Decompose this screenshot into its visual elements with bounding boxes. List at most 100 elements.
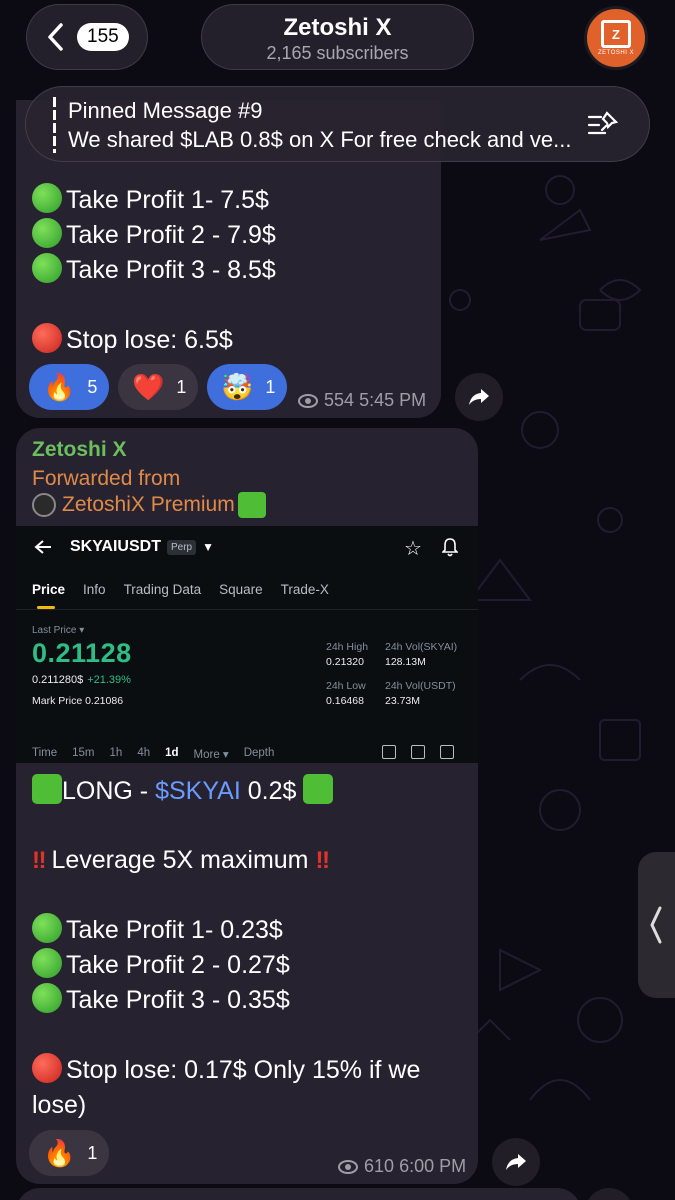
- ticker-link[interactable]: $SKYAI: [155, 777, 241, 805]
- pinned-indicator: [53, 97, 56, 153]
- pinned-title: Pinned Message #9: [68, 98, 263, 123]
- message-meta: 610 6:00 PM: [338, 1156, 466, 1177]
- interval-1h: 1h: [109, 747, 123, 759]
- mind-blown-icon: 🤯: [221, 371, 254, 402]
- double-exclamation-icon: ‼: [315, 847, 329, 874]
- eye-icon: [338, 1159, 358, 1174]
- interval-depth: Depth: [243, 747, 275, 759]
- green-circle-icon: [32, 183, 62, 213]
- tab-trade-x: Trade-X: [280, 582, 329, 597]
- channel-title-pill[interactable]: Zetoshi X 2,165 subscribers: [201, 4, 474, 70]
- message-line: lose): [32, 1091, 87, 1119]
- zetoshi-logo-icon: Z: [601, 20, 631, 48]
- chevron-left-icon: [48, 23, 63, 51]
- reaction-count: 5: [87, 376, 98, 397]
- unread-count-badge: 155: [77, 23, 129, 51]
- long-signal-line: LONG - $SKYAI 0.2$: [32, 774, 334, 809]
- forwarded-channel-name: ZetoshiX Premium: [62, 493, 235, 516]
- share-arrow-icon: [469, 389, 489, 405]
- price-sub: 0.211280$ +21.39%: [32, 674, 131, 686]
- back-button[interactable]: 155: [26, 4, 148, 70]
- chevron-left-icon: [650, 906, 662, 944]
- message-line: Take Profit 2 - 0.27$: [32, 948, 290, 983]
- heart-icon: ❤️: [132, 371, 165, 402]
- pinned-message-bar[interactable]: Pinned Message #9 We shared $LAB 0.8$ on…: [25, 86, 650, 162]
- interval-bar: Time 15m 1h 4h 1d More ▾ Depth: [32, 747, 274, 761]
- reaction-fire[interactable]: 🔥 5: [29, 364, 109, 410]
- expand-icon: [382, 745, 396, 759]
- avatar-label: ZETOSHI X: [597, 50, 635, 56]
- pinned-text: We shared $LAB 0.8$ on X For free check …: [68, 127, 572, 152]
- star-icon: ☆: [404, 538, 422, 560]
- sender-name[interactable]: Zetoshi X: [32, 438, 127, 462]
- fire-icon: 🔥: [43, 371, 76, 402]
- message-time: 5:45 PM: [359, 390, 427, 410]
- forwarded-source[interactable]: ZetoshiX Premium: [32, 492, 266, 518]
- message-line: Take Profit 1- 0.23$: [32, 913, 283, 948]
- share-arrow-icon: [506, 1154, 526, 1170]
- chart-tool-icons: [382, 745, 454, 759]
- subscriber-count: 2,165 subscribers: [266, 43, 409, 63]
- interval-time: Time: [32, 747, 58, 759]
- channel-avatar[interactable]: Z ZETOSHI X: [584, 6, 648, 70]
- trading-screenshot[interactable]: SKYAIUSDT Perp ▼ ☆ Price Info Trading Da…: [16, 526, 478, 763]
- interval-more: More ▾: [193, 749, 229, 761]
- grid-icon: [440, 745, 454, 759]
- side-panel-handle[interactable]: [638, 852, 675, 998]
- reaction-count: 1: [87, 1142, 98, 1163]
- fire-icon: 🔥: [43, 1137, 76, 1168]
- message-line: Take Profit 3 - 0.35$: [32, 983, 290, 1018]
- green-circle-icon: [32, 253, 62, 283]
- message-line: Take Profit 2 - 7.9$: [32, 218, 276, 253]
- message-bubble[interactable]: [16, 1188, 581, 1200]
- stat-24h-vol-skyai: 24h Vol(SKYAI) 128.13M: [385, 641, 458, 668]
- red-circle-icon: [32, 1053, 62, 1083]
- green-circle-icon: [32, 218, 62, 248]
- reaction-mind-blown[interactable]: 🤯 1: [207, 364, 287, 410]
- eye-icon: [298, 393, 318, 408]
- double-exclamation-icon: ‼: [32, 847, 46, 874]
- message-time: 6:00 PM: [399, 1156, 467, 1176]
- pair-name: SKYAIUSDT: [70, 538, 161, 555]
- tab-price: Price: [32, 582, 66, 609]
- arrow-left-icon: [34, 540, 51, 554]
- perp-badge: Perp: [166, 539, 197, 555]
- message-line: Stop lose: 6.5$: [32, 323, 233, 358]
- screenshot-tabs: Price Info Trading Data Square Trade-X: [32, 582, 329, 609]
- pin-list-icon[interactable]: [587, 109, 621, 141]
- reaction-count: 1: [265, 376, 276, 397]
- green-square-icon: [32, 774, 62, 804]
- caret-down-icon: ▼: [202, 540, 214, 554]
- reaction-fire[interactable]: 🔥 1: [29, 1130, 109, 1176]
- green-square-icon: [237, 492, 266, 518]
- message-line: Stop lose: 0.17$ Only 15% if we: [32, 1053, 420, 1088]
- bell-icon: [442, 538, 458, 557]
- last-price: 0.21128: [32, 638, 132, 668]
- message-line: Take Profit 3 - 8.5$: [32, 253, 276, 288]
- stat-24h-low: 24h Low 0.16468: [326, 680, 366, 707]
- premium-logo-icon: [32, 493, 56, 517]
- channel-name: Zetoshi X: [283, 14, 392, 41]
- reaction-heart[interactable]: ❤️ 1: [118, 364, 198, 410]
- view-count: 554: [324, 390, 355, 410]
- green-square-icon: [303, 774, 334, 804]
- tab-info: Info: [83, 582, 106, 597]
- message-line: Take Profit 1- 7.5$: [32, 183, 269, 218]
- green-circle-icon: [32, 913, 62, 943]
- reaction-count: 1: [176, 376, 187, 397]
- share-button[interactable]: [455, 373, 503, 421]
- leverage-line: ‼ Leverage 5X maximum ‼: [32, 846, 330, 874]
- settings-icon: [411, 745, 425, 759]
- interval-15m: 15m: [72, 747, 95, 759]
- red-circle-icon: [32, 323, 62, 353]
- mark-price: Mark Price 0.21086: [32, 695, 124, 707]
- forwarded-label: Forwarded from: [32, 467, 181, 490]
- interval-1d: 1d: [165, 747, 179, 759]
- message-meta: 554 5:45 PM: [298, 390, 426, 411]
- view-count: 610: [364, 1156, 395, 1176]
- green-circle-icon: [32, 983, 62, 1013]
- share-button[interactable]: [492, 1138, 540, 1186]
- interval-4h: 4h: [137, 747, 151, 759]
- stat-24h-high: 24h High 0.21320: [326, 641, 369, 668]
- tab-square: Square: [219, 582, 263, 597]
